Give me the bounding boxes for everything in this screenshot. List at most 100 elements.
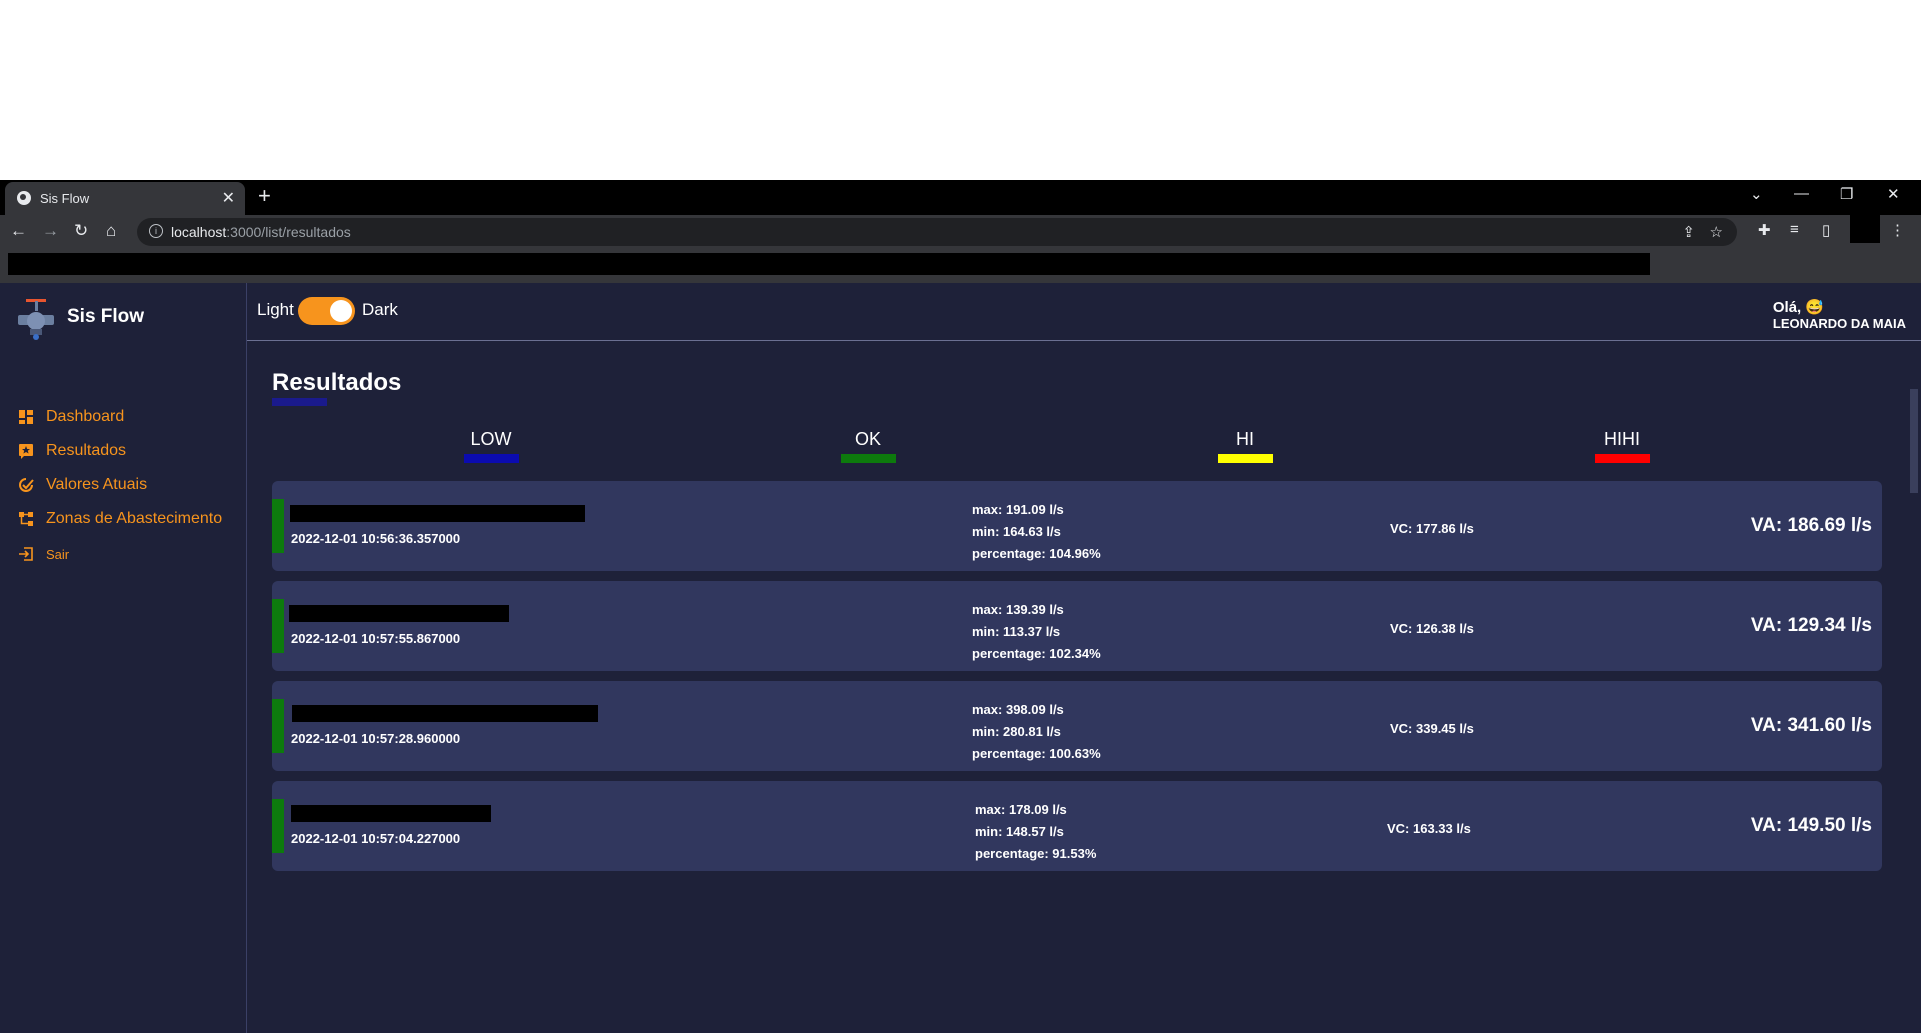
status-indicator [272,499,284,553]
new-tab-button[interactable]: + [258,183,271,209]
result-vc: VC: 339.45 l/s [1390,721,1474,736]
legend-swatch [840,454,896,463]
legend-hi: HI [1215,429,1275,463]
result-card[interactable]: 2022-12-01 10:57:55.867000 max: 139.39 l… [272,581,1882,671]
title-underline [272,398,327,406]
app-header: Light Dark Olá, 😅 LEONARDO DA MAIA [247,283,1921,341]
status-indicator [272,599,284,653]
sidebar-item-label: Zonas de Abastecimento [46,510,223,527]
legend-ok: OK [838,429,898,463]
legend-swatch [1217,454,1273,463]
result-card[interactable]: 2022-12-01 10:57:04.227000 max: 178.09 l… [272,781,1882,871]
result-stats: max: 139.39 l/s min: 113.37 l/s percenta… [972,599,1101,665]
result-min: min: 164.63 l/s [972,524,1061,539]
tab-strip: Sis Flow ✕ + ⌄ — ❐ ✕ [0,180,1921,215]
logout-icon [19,547,33,561]
theme-light-label: Light [257,300,294,319]
result-stats: max: 178.09 l/s min: 148.57 l/s percenta… [975,799,1096,865]
back-icon[interactable]: ← [10,221,27,241]
browser-window: Sis Flow ✕ + ⌄ — ❐ ✕ ← → ↻ ⌂ i localhost… [0,180,1921,1033]
user-name: LEONARDO DA MAIA [1772,316,1906,331]
extensions-icon[interactable]: ✚ [1758,221,1771,239]
legend-hihi: HIHI [1592,429,1652,463]
reload-icon[interactable]: ↻ [74,221,88,241]
legend-label: OK [854,429,881,449]
result-min: min: 148.57 l/s [975,824,1064,839]
media-icon[interactable]: ≡ [1790,221,1799,238]
sidebar-item-zonas[interactable]: Zonas de Abastecimento [18,510,222,528]
globe-icon [17,191,31,205]
redacted-station-name [290,505,585,522]
address-bar[interactable]: i localhost:3000/list/resultados ⇪ ☆ [137,218,1737,246]
result-timestamp: 2022-12-01 10:56:36.357000 [291,531,461,546]
result-percentage: percentage: 104.96% [972,546,1101,561]
result-min: min: 113.37 l/s [972,624,1061,639]
sidebar-item-resultados[interactable]: Resultados [18,442,126,460]
url-path: :3000/list/resultados [226,224,351,240]
tab-title: Sis Flow [40,191,90,206]
brand-name: Sis Flow [67,306,145,327]
result-timestamp: 2022-12-01 10:57:28.960000 [291,731,461,746]
sidebar: Sis Flow Dashboard Resultados Valores At… [0,283,247,1033]
user-greeting: Olá, 😅 LEONARDO DA MAIA [1773,298,1906,331]
legend-label: LOW [470,429,512,449]
result-va: VA: 341.60 l/s [1750,715,1872,736]
legend-label: HIHI [1604,429,1640,449]
minimize-icon[interactable]: — [1794,185,1809,202]
side-panel-icon[interactable]: ▯ [1822,221,1830,239]
result-card[interactable]: 2022-12-01 10:56:36.357000 max: 191.09 l… [272,481,1882,571]
scrollbar-thumb[interactable] [1910,389,1918,493]
home-icon[interactable]: ⌂ [106,221,116,241]
redacted-station-name [289,605,509,622]
site-info-icon[interactable]: i [149,224,163,238]
url-text[interactable]: localhost:3000/list/resultados [171,224,351,240]
main-content: Resultados LOW OK HI HIHI 2022-12-01 10:… [247,341,1907,1033]
result-percentage: percentage: 102.34% [972,646,1101,661]
sidebar-item-label: Dashboard [46,408,125,425]
current-values-icon [19,478,34,492]
page-title: Resultados [272,369,402,396]
result-stats: max: 398.09 l/s min: 280.81 l/s percenta… [972,699,1101,765]
profile-avatar[interactable] [1850,215,1880,243]
page-scrollbar[interactable] [1907,341,1921,1033]
result-va: VA: 129.34 l/s [1750,615,1872,636]
result-stats: max: 191.09 l/s min: 164.63 l/s percenta… [972,499,1101,565]
menu-kebab-icon[interactable]: ⋮ [1890,221,1905,239]
sidebar-item-dashboard[interactable]: Dashboard [18,408,124,426]
redacted-station-name [291,805,491,822]
browser-toolbar: ← → ↻ ⌂ i localhost:3000/list/resultados… [0,215,1921,249]
restore-icon[interactable]: ❐ [1840,185,1853,203]
tab-search-icon[interactable]: ⌄ [1750,185,1763,203]
legend-label: HI [1236,429,1254,449]
bookmark-star-icon[interactable]: ☆ [1710,223,1723,241]
result-max: max: 139.39 l/s [972,602,1064,617]
legend-low: LOW [461,429,521,463]
toggle-knob [330,300,352,322]
close-tab-icon[interactable]: ✕ [222,188,235,208]
result-card[interactable]: 2022-12-01 10:57:28.960000 max: 398.09 l… [272,681,1882,771]
greeting-hello: Olá, 😅 [1772,299,1825,316]
result-max: max: 178.09 l/s [975,802,1067,817]
legend-swatch [1594,454,1650,463]
theme-dark-label: Dark [362,300,398,319]
result-vc: VC: 126.38 l/s [1390,621,1474,636]
sidebar-item-label: Sair [46,546,70,562]
legend-swatch [463,454,519,463]
result-timestamp: 2022-12-01 10:57:55.867000 [291,631,461,646]
status-indicator [272,799,284,853]
result-vc: VC: 177.86 l/s [1390,521,1474,536]
sidebar-item-valores-atuais[interactable]: Valores Atuais [18,476,147,494]
forward-icon[interactable]: → [42,221,59,241]
sidebar-item-label: Resultados [46,442,127,459]
close-window-icon[interactable]: ✕ [1887,185,1900,203]
browser-tab[interactable]: Sis Flow ✕ [5,182,245,215]
theme-toggle[interactable] [298,297,355,325]
result-max: max: 398.09 l/s [972,702,1064,717]
redacted-bookmarks [8,253,1650,275]
result-min: min: 280.81 l/s [972,724,1061,739]
result-percentage: percentage: 91.53% [975,846,1097,861]
url-host: localhost [171,224,227,240]
sidebar-item-sair[interactable]: Sair [18,546,69,562]
app-logo-icon [18,299,54,340]
share-icon[interactable]: ⇪ [1682,223,1695,241]
